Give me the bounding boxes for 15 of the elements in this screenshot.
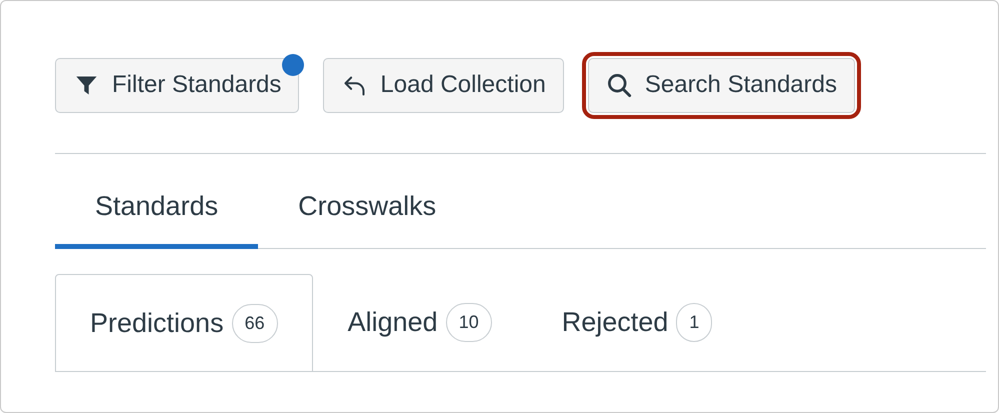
load-collection-button[interactable]: Load Collection [323,58,564,112]
count-badge: 1 [676,303,712,342]
tab[interactable]: Standards [55,191,258,249]
count-badge: 10 [446,303,492,342]
filter-button[interactable]: Filter Standards [55,58,300,112]
tab[interactable]: Rejected 1 [526,274,748,371]
search-icon [606,72,633,98]
tab-label: Rejected [562,307,668,338]
tab-label: Predictions [90,308,224,338]
tab[interactable]: Predictions 66 [55,274,313,372]
tab[interactable]: Crosswalks [258,191,476,249]
tab-label: Aligned [348,307,438,338]
tab[interactable]: Aligned 10 [312,274,527,371]
search-button[interactable]: Search Standards [588,58,855,112]
count-badge: 66 [232,304,278,342]
